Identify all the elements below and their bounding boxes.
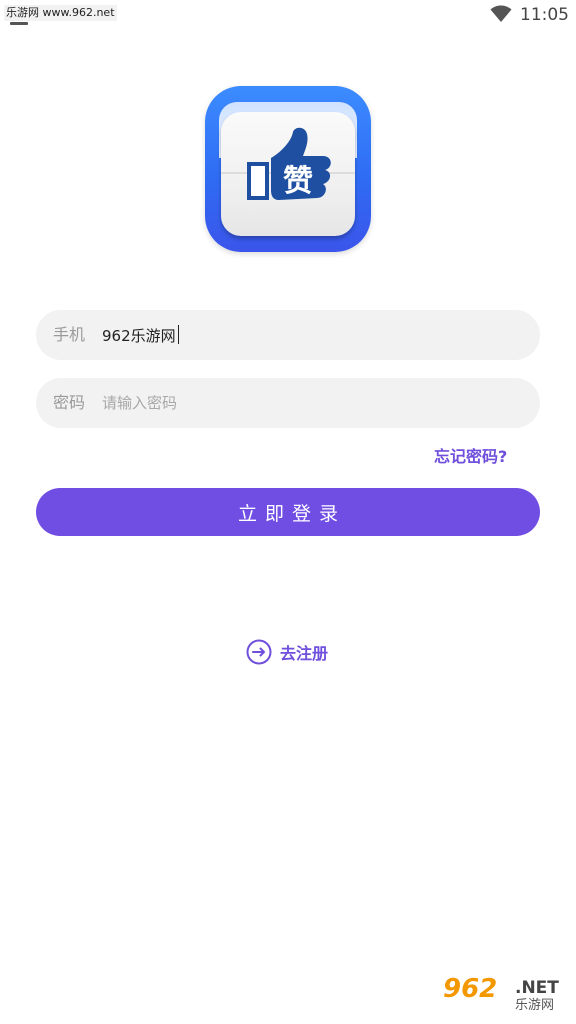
- text-caret: [178, 325, 179, 344]
- phone-input[interactable]: [102, 319, 522, 351]
- phone-input-row: 手机: [36, 310, 540, 360]
- watermark-logo: 962 .NET 乐游网: [437, 974, 569, 1018]
- password-input[interactable]: [102, 387, 522, 419]
- wifi-icon: [490, 5, 512, 22]
- logo-glyph: 赞: [283, 164, 313, 199]
- password-input-row: 密码: [36, 378, 540, 428]
- watermark-cn: 乐游网: [515, 998, 555, 1013]
- app-logo: 赞: [205, 86, 371, 252]
- watermark-number: 962: [443, 974, 498, 1004]
- thumbs-up-icon: 赞: [221, 127, 355, 200]
- status-indicator: [10, 22, 28, 25]
- watermark-text: 乐游网 www.962.net: [4, 5, 117, 21]
- status-bar: 乐游网 www.962.net 11:05: [0, 0, 576, 30]
- forgot-password-link[interactable]: 忘记密码?: [434, 446, 507, 468]
- phone-label: 手机: [53, 325, 86, 344]
- password-label: 密码: [53, 393, 86, 412]
- watermark-net: .NET: [515, 978, 559, 998]
- status-time: 11:05: [520, 5, 569, 25]
- register-link[interactable]: 去注册: [246, 638, 328, 666]
- arrow-right-circle-icon: [246, 639, 272, 665]
- login-button[interactable]: 立即登录: [36, 488, 540, 536]
- register-label: 去注册: [280, 644, 329, 663]
